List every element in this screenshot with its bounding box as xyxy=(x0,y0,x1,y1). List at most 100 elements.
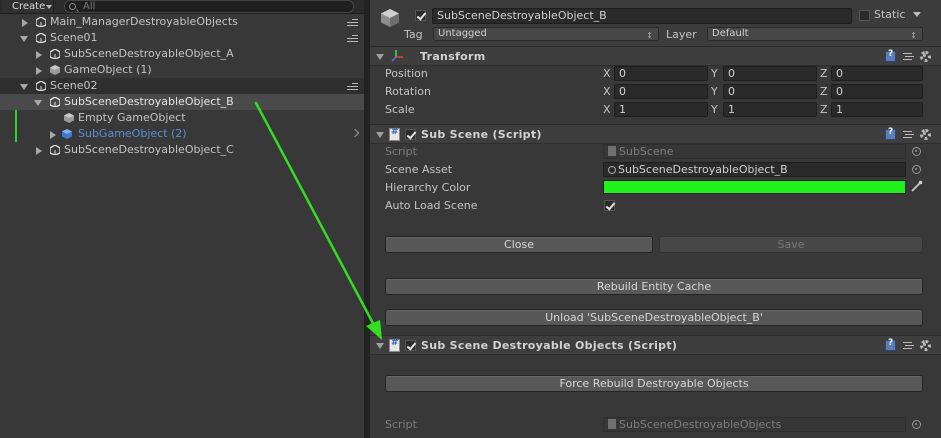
object-picker-icon xyxy=(912,147,921,156)
hierarchy-scene-row[interactable]: Main_ManagerDestroyableObjects xyxy=(0,14,364,30)
z-label: Z xyxy=(820,103,828,116)
scene-menu-icon[interactable] xyxy=(347,19,358,26)
object-name-input[interactable]: SubSceneDestroyableObject_B xyxy=(432,8,852,24)
object-picker-icon xyxy=(912,420,921,429)
auto-load-checkbox[interactable] xyxy=(604,200,615,211)
create-button[interactable]: Create xyxy=(2,0,54,13)
component-header-icons xyxy=(885,127,935,141)
hierarchy-tree: Main_ManagerDestroyableObjects Scene01 S… xyxy=(0,14,364,158)
static-dropdown-icon[interactable] xyxy=(913,12,921,17)
component-header-icons xyxy=(885,338,935,352)
search-icon xyxy=(69,3,76,10)
foldout-arrow-icon[interactable] xyxy=(376,54,384,60)
rotation-y-field[interactable]: 0 xyxy=(723,84,817,99)
hierarchy-item-row[interactable]: SubSceneDestroyableObject_C xyxy=(0,142,364,158)
preset-icon[interactable] xyxy=(903,340,914,351)
hierarchy-item-row[interactable]: SubSceneDestroyableObject_A xyxy=(0,46,364,62)
script-asset-icon xyxy=(608,419,616,429)
hierarchy-scene-row[interactable]: Scene01 xyxy=(0,30,364,46)
scene-asset-icon xyxy=(608,166,616,174)
object-picker-icon[interactable] xyxy=(912,165,921,174)
hierarchy-item-row-selected[interactable]: SubSceneDestroyableObject_B xyxy=(0,94,364,110)
script-label: Script xyxy=(385,145,417,158)
save-button[interactable]: Save xyxy=(659,236,923,253)
component-header-icons xyxy=(885,49,935,63)
scene-asset-field[interactable]: SubSceneDestroyableObject_B xyxy=(603,162,906,177)
hierarchy-item-label: SubSceneDestroyableObject_C xyxy=(64,143,234,156)
rotation-x-field[interactable]: 0 xyxy=(614,84,708,99)
dropdown-arrow-icon: ↕ xyxy=(646,31,653,40)
position-label: Position xyxy=(385,67,428,80)
hierarchy-color-swatch[interactable] xyxy=(603,180,906,194)
subscene-component-header[interactable]: Sub Scene (Script) xyxy=(370,124,941,144)
gear-icon[interactable] xyxy=(920,51,931,62)
hierarchy-item-label: Scene01 xyxy=(50,31,98,44)
rotation-label: Rotation xyxy=(385,85,432,98)
hierarchy-search-input[interactable]: All xyxy=(64,0,354,13)
help-book-icon[interactable] xyxy=(885,49,896,62)
hierarchy-item-label: SubSceneDestroyableObject_B xyxy=(64,95,234,108)
scale-z-field[interactable]: 1 xyxy=(831,102,923,117)
unity-logo-icon xyxy=(36,81,46,91)
collapse-arrow-icon[interactable] xyxy=(20,36,28,42)
expand-arrow-icon[interactable] xyxy=(36,147,42,155)
rebuild-entity-cache-button[interactable]: Rebuild Entity Cache xyxy=(385,278,923,295)
collapse-arrow-icon[interactable] xyxy=(34,100,42,106)
hierarchy-scene-row[interactable]: Scene02 xyxy=(0,78,364,94)
hierarchy-item-row[interactable]: GameObject (1) xyxy=(0,62,364,78)
active-checkbox[interactable] xyxy=(415,10,426,21)
scale-x-field[interactable]: 1 xyxy=(614,102,708,117)
position-x-field[interactable]: 0 xyxy=(614,66,708,81)
scene-asset-label: Scene Asset xyxy=(385,163,453,176)
foldout-arrow-icon[interactable] xyxy=(376,343,384,349)
tag-dropdown[interactable]: Untagged ↕ xyxy=(433,27,659,41)
scene-menu-icon[interactable] xyxy=(347,35,358,42)
z-label: Z xyxy=(820,67,828,80)
layer-value: Default xyxy=(712,28,749,39)
script-value: SubScene xyxy=(619,145,674,158)
position-z-field[interactable]: 0 xyxy=(831,66,923,81)
y-label: Y xyxy=(711,85,718,98)
force-rebuild-button[interactable]: Force Rebuild Destroyable Objects xyxy=(385,375,923,392)
subscene-title: Sub Scene (Script) xyxy=(421,128,542,141)
position-y-field[interactable]: 0 xyxy=(723,66,817,81)
expand-arrow-icon[interactable] xyxy=(22,19,28,27)
transform-header[interactable]: Transform xyxy=(370,46,941,66)
expand-arrow-icon[interactable] xyxy=(36,51,42,59)
help-book-icon[interactable] xyxy=(885,338,896,351)
expand-arrow-icon[interactable] xyxy=(50,131,56,139)
prefab-cube-icon xyxy=(62,129,72,139)
y-label: Y xyxy=(711,67,718,80)
collapse-arrow-icon[interactable] xyxy=(20,84,28,90)
destroyable-component-header[interactable]: Sub Scene Destroyable Objects (Script) xyxy=(370,335,941,355)
preset-icon[interactable] xyxy=(903,129,914,140)
x-label: X xyxy=(603,85,611,98)
open-prefab-chevron-icon[interactable] xyxy=(350,128,360,138)
hierarchy-item-row[interactable]: Empty GameObject xyxy=(0,110,364,126)
preset-icon[interactable] xyxy=(903,51,914,62)
static-checkbox[interactable] xyxy=(859,10,870,21)
foldout-arrow-icon[interactable] xyxy=(376,132,384,138)
hierarchy-item-label: Empty GameObject xyxy=(78,111,186,124)
layer-dropdown[interactable]: Default ↕ xyxy=(707,27,923,41)
help-book-icon[interactable] xyxy=(885,127,896,140)
expand-arrow-icon[interactable] xyxy=(36,67,42,75)
hierarchy-item-row[interactable]: SubGameObject (2) xyxy=(0,126,364,142)
close-button[interactable]: Close xyxy=(385,236,653,253)
script-label: Script xyxy=(385,418,417,431)
script-asset-icon xyxy=(608,146,616,156)
scale-y-field[interactable]: 1 xyxy=(723,102,817,117)
x-label: X xyxy=(603,67,611,80)
gear-icon[interactable] xyxy=(920,340,931,351)
component-enabled-checkbox[interactable] xyxy=(405,340,416,351)
hierarchy-color-label: Hierarchy Color xyxy=(385,181,471,194)
gear-icon[interactable] xyxy=(920,129,931,140)
unload-subscene-button[interactable]: Unload 'SubSceneDestroyableObject_B' xyxy=(385,309,923,326)
scene-menu-icon[interactable] xyxy=(347,83,358,90)
create-label: Create xyxy=(12,1,46,12)
eyedropper-icon[interactable] xyxy=(910,180,923,193)
component-enabled-checkbox[interactable] xyxy=(405,129,416,140)
rotation-z-field[interactable]: 0 xyxy=(831,84,923,99)
subscene-color-marker xyxy=(15,110,17,142)
gameobject-cube-icon xyxy=(381,9,399,27)
